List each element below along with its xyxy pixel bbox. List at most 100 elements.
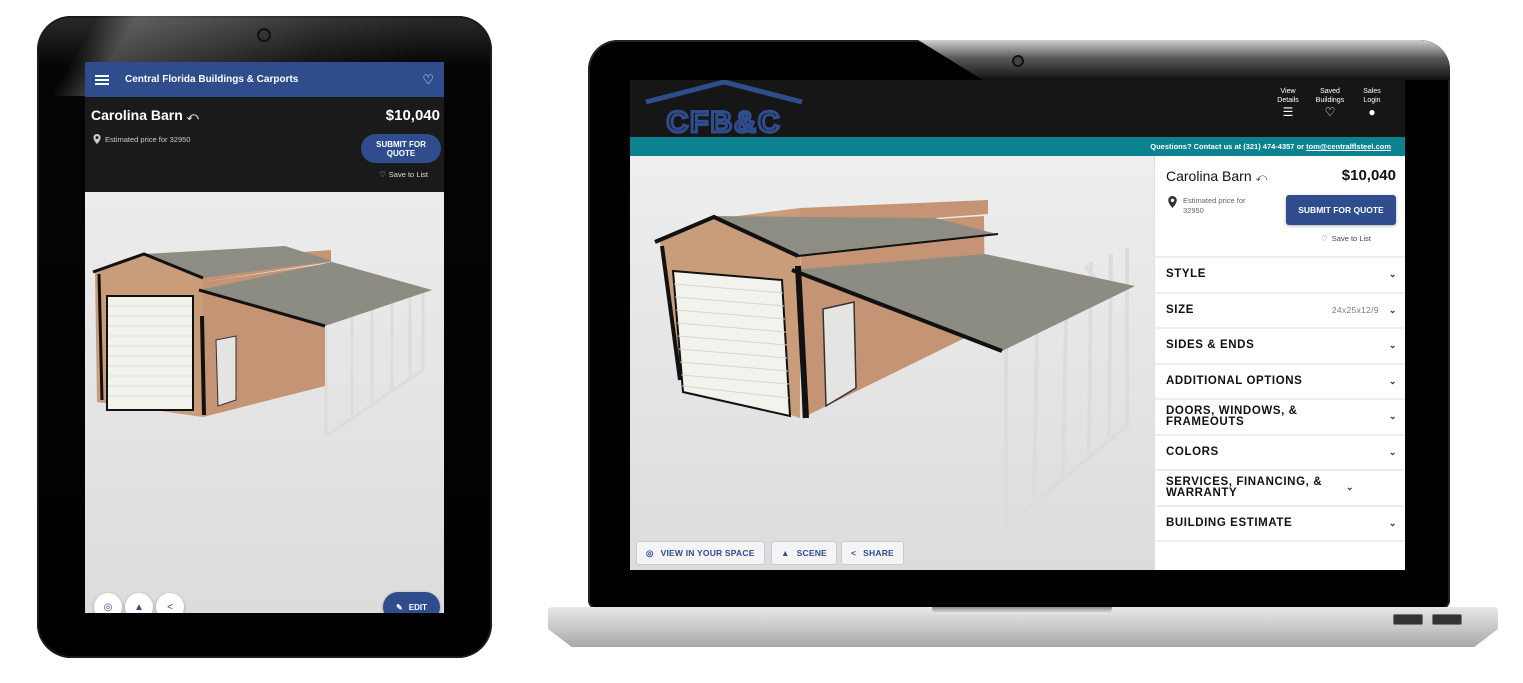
section-label: STYLE (1166, 268, 1207, 281)
section-colors[interactable]: COLORS ⌄ (1155, 436, 1405, 471)
section-building-estimate[interactable]: BUILDING ESTIMATE ⌄ (1155, 507, 1405, 542)
chevron-down-icon: ⌄ (1388, 375, 1397, 386)
app-title: Central Florida Buildings & Carports (125, 74, 299, 85)
heart-icon: ♡ (379, 170, 386, 179)
save-to-list-label: Save to List (1331, 234, 1371, 243)
location-info: Estimated price for 32950 (1168, 196, 1268, 216)
ar-icon: ◎ (103, 601, 113, 613)
location-info: Estimated price for 32950 (93, 134, 190, 144)
undo-icon[interactable]: ⤺ (187, 111, 199, 123)
roll-up-door (106, 295, 194, 411)
save-to-list-link[interactable]: ♡ Save to List (1321, 234, 1371, 243)
menu-icon[interactable] (95, 74, 109, 85)
save-to-list-label: Save to List (388, 170, 428, 179)
walk-in-door (822, 301, 857, 408)
tablet-app-bar: Central Florida Buildings & Carports ♡ (85, 62, 444, 97)
share-button[interactable]: < SHARE (841, 541, 904, 565)
nav-label: Sales Login (1363, 88, 1381, 104)
laptop-hinge-notch (932, 607, 1112, 614)
section-sides-ends[interactable]: SIDES & ENDS ⌄ (1155, 329, 1405, 365)
building-name-text: Carolina Barn (1166, 168, 1252, 184)
heart-icon[interactable]: ♡ (422, 72, 434, 88)
building-render (654, 200, 1135, 528)
section-label: SIZE (1166, 303, 1194, 316)
section-label: COLORS (1166, 445, 1219, 458)
location-line-1: Estimated price for (1183, 196, 1246, 205)
section-services-financing-warranty[interactable]: SERVICES, FINANCING, & WARRANTY ⌄ (1155, 471, 1405, 507)
account-icon: ● (1368, 105, 1376, 119)
building-price: $10,040 (385, 107, 440, 124)
building-summary: Carolina Barn ⤺ $10,040 Estimated price f… (1155, 156, 1405, 258)
building-name: Carolina Barn ⤺ (1166, 168, 1267, 185)
location-text: Estimated price for 32950 (1183, 196, 1246, 216)
laptop-screen: CFB&C View Details ☰ Saved Buildings ♡ S… (630, 80, 1405, 570)
location-text: Estimated price for 32950 (105, 134, 191, 144)
location-pin-icon (1168, 196, 1177, 208)
share-button[interactable]: < (156, 593, 184, 613)
section-label: SIDES & ENDS (1166, 339, 1255, 352)
header-nav: View Details ☰ Saved Buildings ♡ Sales L… (1273, 87, 1387, 122)
edit-button[interactable]: ✎ EDIT (383, 592, 440, 613)
chevron-down-icon: ⌄ (1388, 269, 1397, 280)
nav-sales-login[interactable]: Sales Login ● (1357, 87, 1387, 122)
section-value: 24x25x12/9 (1331, 305, 1379, 316)
section-additional-options[interactable]: ADDITIONAL OPTIONS ⌄ (1155, 365, 1405, 400)
section-label: SERVICES, FINANCING, & WARRANTY (1166, 475, 1323, 499)
location-zip: 32950 (1183, 206, 1204, 215)
nav-view-details[interactable]: View Details ☰ (1273, 87, 1303, 122)
logo-text: CFB&C (667, 106, 782, 135)
ar-icon: ◎ (646, 547, 654, 558)
tablet-camera (257, 28, 271, 42)
section-label: ADDITIONAL OPTIONS (1166, 374, 1303, 387)
save-to-list-link[interactable]: ♡ Save to List (379, 170, 428, 179)
heart-icon: ♡ (1324, 105, 1336, 119)
section-size[interactable]: SIZE 24x25x12/9 ⌄ (1155, 294, 1405, 329)
walk-in-door (215, 335, 237, 407)
building-price: $10,040 (1341, 167, 1396, 184)
device-mockup-stage: Central Florida Buildings & Carports ♡ C… (0, 0, 1523, 683)
site-header: CFB&C View Details ☰ Saved Buildings ♡ S… (630, 80, 1405, 137)
building-3d-viewer[interactable] (85, 192, 444, 613)
submit-for-quote-button[interactable]: SUBMIT FOR QUOTE (1286, 195, 1396, 225)
nav-saved-buildings[interactable]: Saved Buildings ♡ (1315, 87, 1345, 122)
usb-port (1432, 614, 1462, 625)
section-label: DOORS, WINDOWS, & FRAMEOUTS (1166, 404, 1298, 428)
building-name: Carolina Barn ⤺ (91, 107, 199, 124)
nav-label: Saved Buildings (1315, 88, 1345, 104)
undo-icon[interactable]: ⤺ (1256, 172, 1268, 184)
section-doors-windows-frameouts[interactable]: DOORS, WINDOWS, & FRAMEOUTS ⌄ (1155, 400, 1405, 436)
chevron-down-icon: ⌄ (1388, 304, 1397, 315)
mountain-icon: ▲ (134, 601, 144, 613)
section-style[interactable]: STYLE ⌄ (1155, 258, 1405, 294)
laptop-glare (918, 40, 1450, 80)
pencil-icon: ✎ (396, 602, 403, 612)
building-name-text: Carolina Barn (91, 107, 183, 123)
view-in-your-space-button[interactable]: ◎ VIEW IN YOUR SPACE (636, 541, 765, 565)
share-label: SHARE (863, 548, 894, 558)
nav-label: View Details (1277, 88, 1299, 104)
cfbc-logo[interactable]: CFB&C (642, 80, 807, 135)
chevron-down-icon: ⌄ (1388, 517, 1397, 528)
submit-for-quote-button[interactable]: SUBMIT FOR QUOTE (361, 134, 441, 163)
tablet-building-header: Carolina Barn ⤺ $10,040 Estimated price f… (85, 97, 444, 192)
chevron-down-icon: ⌄ (1388, 411, 1397, 422)
building-render (92, 246, 432, 438)
contact-bar: Questions? Contact us at (321) 474-4357 … (630, 137, 1405, 156)
scene-button[interactable]: ▲ SCENE (771, 541, 837, 565)
chevron-down-icon: ⌄ (1346, 482, 1355, 493)
building-3d-viewer[interactable]: IdeaRoom (630, 156, 1154, 570)
scene-label: SCENE (796, 548, 827, 558)
heart-icon: ♡ (1321, 234, 1328, 243)
share-icon: < (851, 548, 857, 558)
view-in-your-space-label: VIEW IN YOUR SPACE (660, 548, 755, 558)
configurator-panel: Carolina Barn ⤺ $10,040 Estimated price f… (1154, 156, 1405, 570)
contact-text: Questions? Contact us at (321) 474-4357 … (1150, 142, 1307, 151)
view-in-your-space-button[interactable]: ◎ (94, 593, 122, 613)
edit-label: EDIT (408, 602, 427, 612)
contact-email-link[interactable]: tom@centralflsteel.com (1306, 142, 1391, 151)
chevron-down-icon: ⌄ (1388, 446, 1397, 457)
mountain-icon: ▲ (781, 548, 790, 558)
laptop-camera (1012, 55, 1024, 67)
tablet-screen: Central Florida Buildings & Carports ♡ C… (85, 62, 444, 613)
scene-button[interactable]: ▲ (125, 593, 153, 613)
